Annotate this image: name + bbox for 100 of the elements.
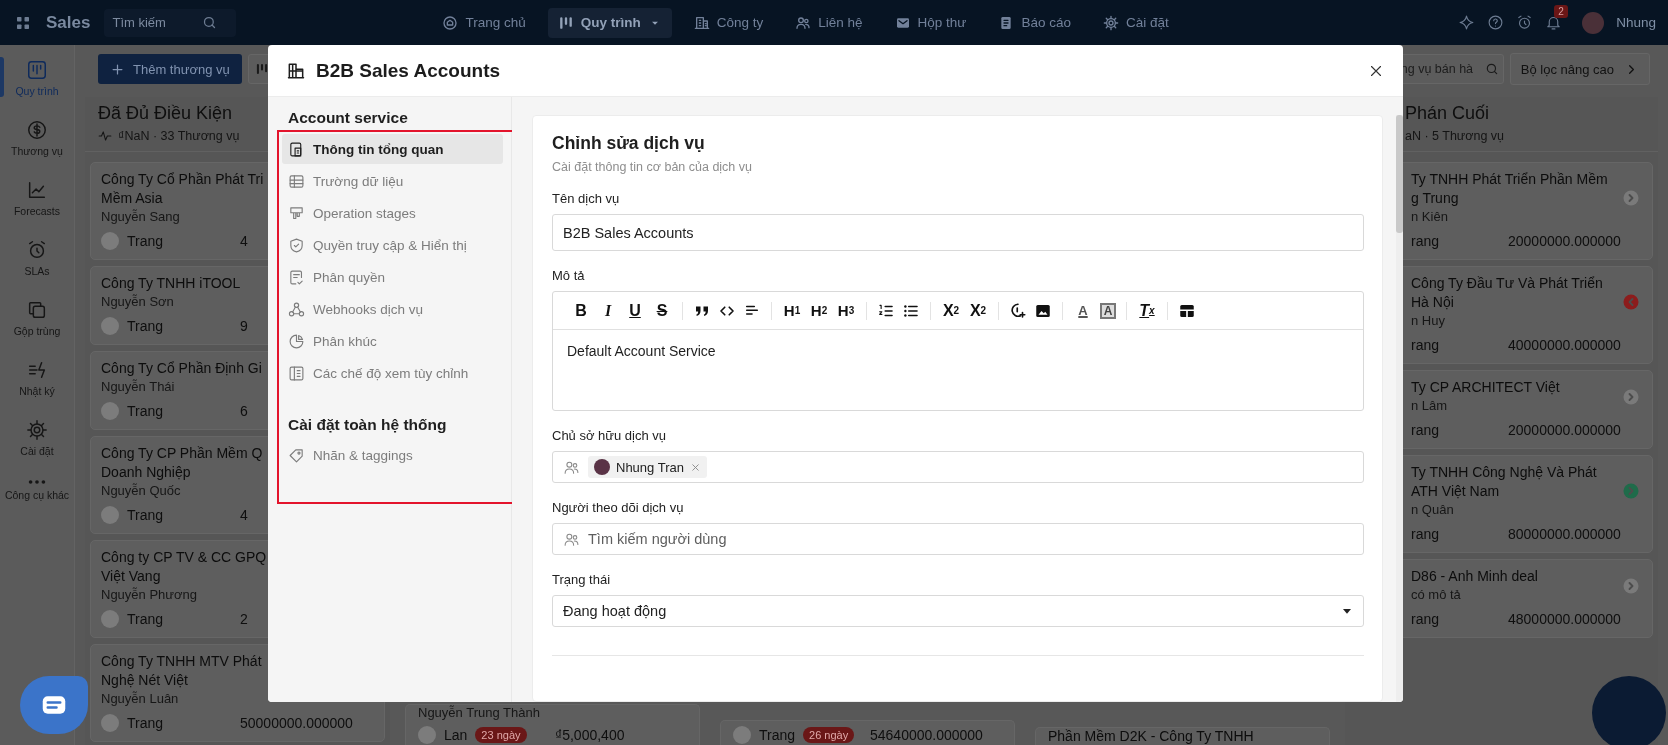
nav-item[interactable]: Thông tin tổng quan: [282, 134, 503, 164]
deal-title: Công Ty TNHH iTOOL: [101, 275, 241, 292]
plus-icon: [110, 61, 125, 77]
scrollbar-thumb[interactable]: [1396, 115, 1403, 233]
contact-name: n Huy: [1411, 313, 1445, 329]
owner-name: rang: [1411, 233, 1440, 249]
deal-title: Hà Nội: [1411, 294, 1454, 311]
sidebar-item[interactable]: Cài đặt: [0, 419, 75, 479]
sidebar-item[interactable]: Công cụ khác: [0, 479, 75, 539]
deal-amount: 4: [240, 233, 248, 249]
user-search-input[interactable]: Tìm kiếm người dùng: [588, 531, 738, 547]
deal-title: Việt Vang: [101, 568, 161, 585]
strike-button[interactable]: S: [652, 299, 672, 322]
days-badge: 26 ngày: [803, 727, 855, 743]
lightning-list-icon: [26, 359, 48, 381]
field-label: Mô tả: [552, 268, 585, 283]
deal-amount: 54640000.000000: [870, 727, 983, 743]
nav-tab[interactable]: Quy trình: [547, 7, 672, 38]
deal-card[interactable]: Phần Mềm D2K - Công Ty TNHH: [1035, 727, 1330, 745]
user-name: Nhung Tran: [616, 459, 684, 475]
deal-title: Ty TNHH Công Nghệ Và Phát: [1411, 464, 1597, 481]
owner-name: Trang: [759, 727, 796, 743]
owner-name: Trang: [127, 403, 164, 419]
form-title: Chỉnh sửa dịch vụ: [552, 133, 705, 154]
deal-amount: 20000000.000000: [1508, 233, 1621, 249]
help-icon[interactable]: [1487, 14, 1505, 31]
sidebar-item[interactable]: Forecasts: [0, 179, 75, 239]
remove-icon[interactable]: [689, 461, 701, 473]
input-field[interactable]: B2B Sales Accounts: [552, 214, 1364, 251]
column-summary: aN · 5 Thương vụ: [1405, 129, 1505, 143]
notification-badge: 2: [1554, 5, 1568, 18]
sidebar-item[interactable]: Gộp trùng: [0, 299, 75, 359]
alarm-clock-icon: [26, 239, 48, 261]
contact-name: Nguyễn Luân: [101, 691, 179, 707]
field-label: Chủ sở hữu dịch vụ: [552, 428, 667, 443]
chat-button[interactable]: [20, 676, 88, 734]
add-deal-button[interactable]: Thêm thương vụ: [98, 54, 242, 84]
deal-title: Ty TNHH Phát Triển Phần Mềm: [1411, 171, 1608, 188]
people-icon: [795, 14, 812, 31]
owner-name: rang: [1411, 526, 1440, 542]
tag-icon: [288, 446, 305, 464]
owner-name: Trang: [127, 233, 164, 249]
form-subtitle: Cài đặt thông tin cơ bản của dịch vụ: [552, 160, 752, 174]
owner-name: Trang: [127, 611, 164, 627]
alarm-clock-icon[interactable]: [1516, 14, 1534, 31]
column-summary: ₫NaN · 33 Thương vụ: [118, 129, 240, 143]
bold-button[interactable]: B: [571, 299, 591, 322]
document-check-icon: [288, 268, 305, 286]
deal-title: Công Ty Cổ Phần Phát Tri: [101, 171, 264, 188]
table-icon: [288, 172, 305, 190]
field-label: Trạng thái: [552, 572, 611, 587]
contact-name: Nguyễn Sơn: [101, 294, 174, 310]
shield-icon: [288, 236, 305, 254]
sidebar-item[interactable]: Thương vụ: [0, 119, 75, 179]
deal-title: Công Ty CP Phần Mềm Q: [101, 445, 263, 462]
nav-tab[interactable]: Báo cáo: [988, 7, 1081, 38]
nav-tab[interactable]: Hộp thư: [884, 7, 977, 38]
nav-tab[interactable]: Công ty: [683, 7, 774, 38]
search-input[interactable]: Tìm kiếm: [112, 15, 199, 30]
italic-button[interactable]: I: [598, 299, 618, 322]
bars-icon: [557, 14, 574, 31]
user-name[interactable]: Nhung: [1616, 15, 1656, 30]
stages-icon: [288, 204, 305, 222]
user-chip[interactable]: Nhung Tran: [588, 456, 707, 478]
deal-amount: 4: [240, 507, 248, 523]
status-dropdown[interactable]: Đang hoạt động: [552, 595, 1364, 627]
contact-name: n Lâm: [1411, 398, 1448, 414]
underline-button[interactable]: U: [625, 299, 645, 322]
contact-name: Nguyễn Sang: [101, 209, 180, 225]
sidebar-item[interactable]: SLAs: [0, 239, 75, 299]
deal-amount: 80000000.000000: [1508, 526, 1621, 542]
nav-tab[interactable]: Cài đặt: [1092, 7, 1179, 38]
dollar-icon: [26, 119, 48, 141]
advanced-filter-button[interactable]: Bộ lọc nâng cao: [1509, 53, 1650, 85]
deal-title: Công Ty Đầu Tư Và Phát Triển: [1411, 275, 1603, 292]
deal-amount: 2: [240, 611, 248, 627]
column-title: Phán Cuối: [1405, 103, 1490, 124]
highlight-button[interactable]: A: [1100, 302, 1116, 319]
nav-tab[interactable]: Trang chủ: [432, 7, 536, 38]
deal-title: Ty CP ARCHITECT Việt: [1411, 379, 1560, 396]
deal-amount: 9: [240, 318, 248, 334]
settings-icon: [26, 419, 48, 441]
bell-icon[interactable]: [1545, 14, 1563, 31]
contact-name: Nguyễn Thái: [101, 379, 175, 395]
nav-tab[interactable]: Liên hệ: [785, 7, 873, 38]
sidebar-item[interactable]: Nhật ký: [0, 359, 75, 419]
deal-title: Công Ty Cổ Phần Định Gi: [101, 360, 262, 377]
people-field[interactable]: Nhung Tran: [552, 451, 1364, 483]
textcolor-button[interactable]: A: [1073, 299, 1093, 322]
search-field[interactable]: Tìm kiếm: [104, 8, 237, 37]
owner-name: Trang: [127, 715, 164, 731]
people-field[interactable]: Tìm kiếm người dùng: [552, 523, 1364, 555]
contact-name: Nguyễn Trung Thành: [418, 705, 540, 721]
comment-icon[interactable]: [1009, 301, 1027, 320]
search-icon: [1484, 61, 1499, 77]
deal-title: Công Ty TNHH MTV Phát: [101, 653, 262, 670]
deal-card[interactable]: Nguyễn Trung Thành Lan 23 ngày ₫5,000,400: [405, 704, 700, 745]
sparkle-icon[interactable]: [1458, 14, 1476, 31]
deal-amount: 40000000.000000: [1508, 337, 1621, 353]
deal-card[interactable]: Trang 26 ngày 54640000.000000: [720, 720, 1015, 745]
